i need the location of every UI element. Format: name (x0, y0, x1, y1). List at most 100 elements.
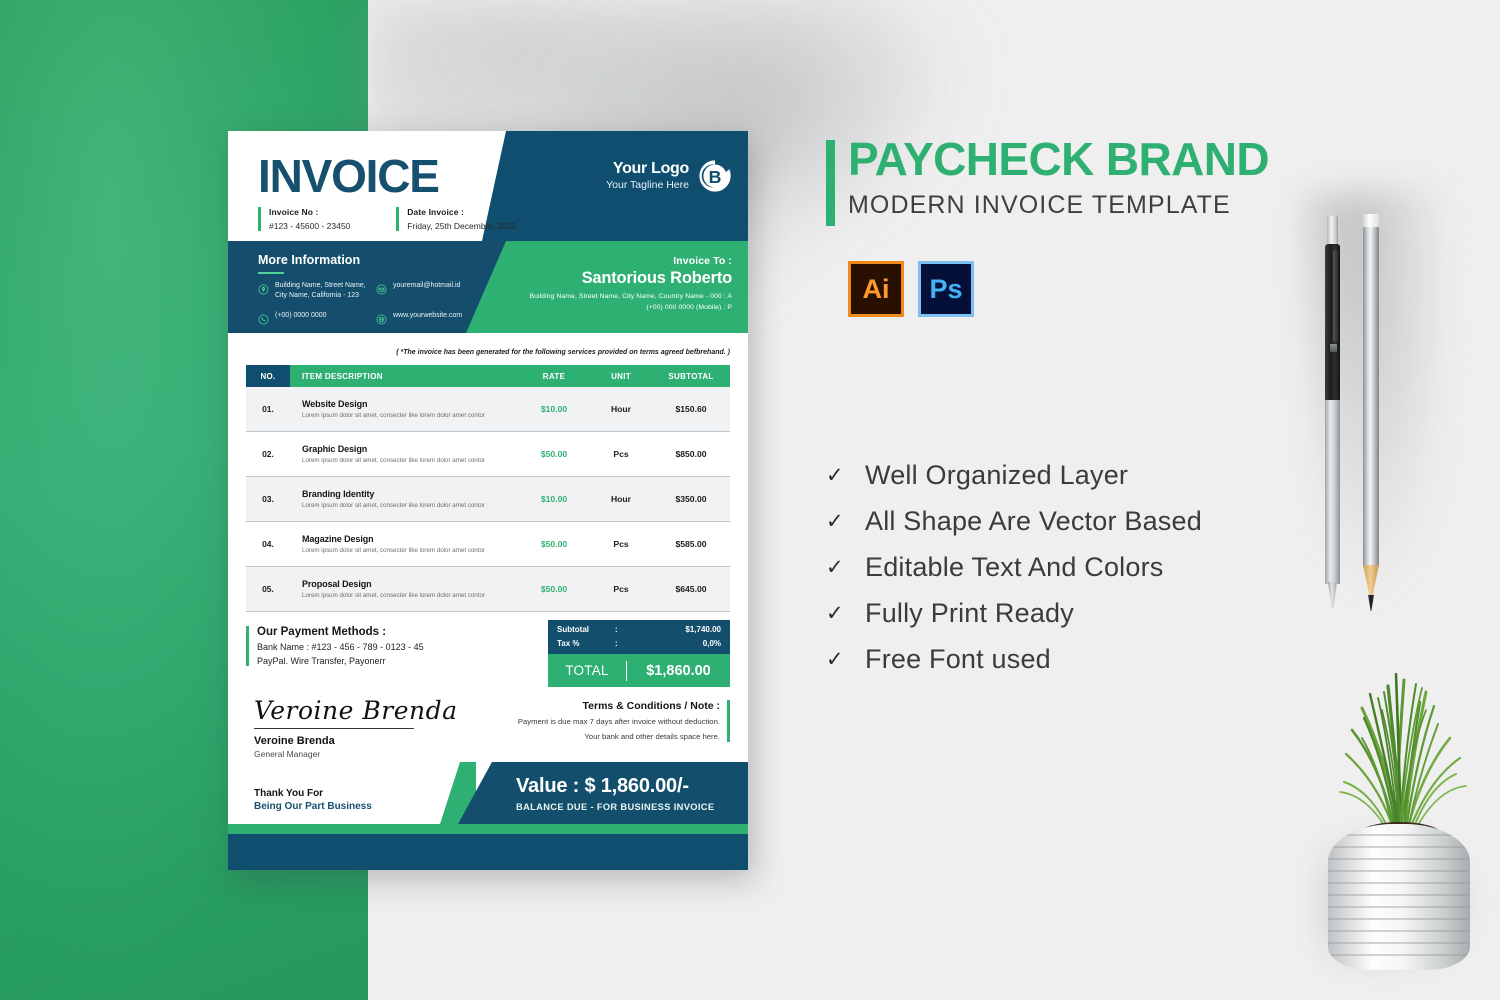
value-bar-caption: BALANCE DUE - FOR BUSINESS INVOICE (516, 801, 715, 812)
promo-title-block: PAYCHECK BRAND MODERN INVOICE TEMPLATE (826, 133, 1270, 226)
feature-label: All Shape Are Vector Based (865, 505, 1202, 536)
row-item-name: Magazine Design (302, 534, 374, 544)
totals-total-value: $1,860.00 (646, 662, 711, 679)
pencil-barrel (1363, 227, 1379, 567)
pen-cap (1327, 216, 1338, 246)
invoice-header: INVOICE Invoice No : #123 - 45600 - 2345… (228, 131, 748, 241)
row-rate: $50.00 (540, 539, 568, 549)
feature-label: Free Font used (865, 643, 1051, 674)
totals-total-label: TOTAL (565, 663, 609, 678)
column-header-subtotal: SUBTOTAL (668, 371, 714, 381)
globe-icon (376, 312, 387, 325)
signature-role: General Manager (254, 749, 321, 759)
row-description-cell: Magazine Design Lorem ipsum dolor sit am… (290, 534, 518, 554)
thank-you-line-2: Being Our Part Business (254, 801, 372, 812)
contact-address-text: Building Name, Street Name, City Name, C… (275, 282, 366, 300)
pencil-wood-tip (1363, 565, 1379, 597)
potted-grass-plant (1300, 636, 1500, 970)
table-row: 03. Branding Identity Lorem ipsum dolor … (246, 477, 730, 522)
row-unit: Pcs (613, 584, 629, 594)
payment-methods-title: Our Payment Methods : (257, 626, 387, 638)
thank-you-line-1: Thank You For (254, 788, 324, 799)
row-description-cell: Graphic Design Lorem ipsum dolor sit ame… (290, 444, 518, 464)
invoice-date-label: Date Invoice : (407, 207, 464, 217)
row-rate: $10.00 (540, 494, 568, 504)
promo-subtitle: MODERN INVOICE TEMPLATE (848, 191, 1231, 219)
invoice-card: INVOICE Invoice No : #123 - 45600 - 2345… (228, 131, 748, 870)
check-icon: ✓ (826, 555, 844, 579)
promo-brand-title: PAYCHECK BRAND (848, 133, 1270, 185)
totals-block: Subtotal : $1,740.00 Tax % : 0,0% TOTAL … (548, 620, 730, 687)
invoice-to-phone: (+00) 000 0000 (Mobile) : P (646, 304, 732, 311)
logo-tagline: Your Tagline Here (606, 179, 689, 192)
graphite-pencil (1363, 214, 1379, 614)
invoice-meta-row: Invoice No : #123 - 45600 - 23450 Date I… (258, 207, 517, 232)
row-description-cell: Branding Identity Lorem ipsum dolor sit … (290, 489, 518, 509)
row-item-desc: Lorem ipsum dolor sit amet, consecter li… (302, 412, 485, 419)
adobe-photoshop-icon: Ps (918, 261, 974, 317)
invoice-note: ( *The invoice has been generated for th… (396, 349, 730, 356)
check-icon: ✓ (826, 647, 844, 671)
contact-item-phone: (+00) 0000 0000 (258, 311, 376, 325)
invoice-number-block: Invoice No : #123 - 45600 - 23450 (258, 207, 350, 232)
list-item: ✓ Well Organized Layer (826, 452, 1202, 498)
totals-dark-panel: Subtotal : $1,740.00 Tax % : 0,0% (548, 620, 730, 654)
items-table-header-rest: ITEM DESCRIPTION RATE UNIT SUBTOTAL (290, 365, 730, 387)
list-item: ✓ Fully Print Ready (826, 590, 1202, 636)
adobe-illustrator-icon: Ai (848, 261, 904, 317)
invoice-number-label: Invoice No : (269, 207, 319, 217)
more-information-rule (258, 272, 284, 274)
row-item-desc: Lorem ipsum dolor sit amet, consecter li… (302, 457, 485, 464)
payment-methods-services: PayPal. Wire Transfer, Payonerr (257, 656, 386, 666)
row-no: 01. (262, 404, 274, 414)
column-header-unit: UNIT (611, 371, 631, 381)
row-subtotal: $585.00 (675, 539, 707, 549)
logo-name: Your Logo (612, 160, 689, 178)
check-icon: ✓ (826, 601, 844, 625)
totals-tax-separator: : (615, 639, 618, 648)
logo-block: Your Logo Your Tagline Here B (606, 159, 732, 193)
items-table: NO. ITEM DESCRIPTION RATE UNIT SUBTOTAL … (246, 365, 730, 612)
feature-label: Editable Text And Colors (865, 551, 1164, 582)
invoice-date-value: Friday, 25th December, 2023 (407, 220, 517, 231)
envelope-icon (376, 282, 387, 295)
row-rate: $10.00 (540, 404, 568, 414)
row-item-name: Graphic Design (302, 444, 368, 454)
contact-item-website: www.yourwebsite.com (376, 311, 494, 325)
value-bar-content: Value : $ 1,860.00/- BALANCE DUE - FOR B… (458, 762, 748, 824)
totals-subtotal-separator: : (615, 625, 618, 634)
invoice-to-address: Building Name, Street Name, City Name, C… (529, 293, 732, 300)
feature-list: ✓ Well Organized Layer ✓ All Shape Are V… (826, 452, 1202, 682)
list-item: ✓ Editable Text And Colors (826, 544, 1202, 590)
row-item-desc: Lorem ipsum dolor sit amet, consecter li… (302, 502, 485, 509)
contact-item-address: Building Name, Street Name, City Name, C… (258, 281, 376, 301)
check-icon: ✓ (826, 509, 844, 533)
totals-subtotal-label: Subtotal (557, 625, 589, 634)
row-subtotal: $850.00 (675, 449, 707, 459)
check-icon: ✓ (826, 463, 844, 487)
pencil-lead (1368, 595, 1374, 611)
contact-email-text: youremail@hotmail.id (393, 282, 461, 289)
invoice-to-block: Invoice To : Santorious Roberto Building… (529, 255, 732, 311)
table-row: 02. Graphic Design Lorem ipsum dolor sit… (246, 432, 730, 477)
software-badges: Ai Ps (848, 261, 974, 317)
column-header-item-description: ITEM DESCRIPTION (302, 371, 383, 381)
invoice-footer-dark-strip (228, 834, 748, 870)
list-item: ✓ All Shape Are Vector Based (826, 498, 1202, 544)
payment-methods-block: Our Payment Methods : Bank Name : #123 -… (246, 626, 424, 666)
value-bar-label: Value : (516, 774, 580, 797)
row-no: 03. (262, 494, 274, 504)
invoice-footer-green-strip (228, 824, 748, 834)
signature-script: Veroine Brenda (254, 696, 458, 725)
row-subtotal: $150.60 (675, 404, 707, 414)
invoice-title: INVOICE (258, 150, 440, 202)
invoice-info-band: More Information Building Name, Street N… (228, 241, 748, 333)
list-item: ✓ Free Font used (826, 636, 1202, 682)
terms-line-1: Payment is due max 7 days after invoice … (517, 717, 720, 726)
row-item-name: Branding Identity (302, 489, 375, 499)
ballpoint-pen (1324, 216, 1341, 608)
logo-text: Your Logo Your Tagline Here (606, 160, 689, 191)
totals-tax-label: Tax % (557, 639, 580, 648)
terms-line-2: Your bank and other details space here. (584, 732, 720, 742)
row-unit: Hour (610, 494, 632, 504)
